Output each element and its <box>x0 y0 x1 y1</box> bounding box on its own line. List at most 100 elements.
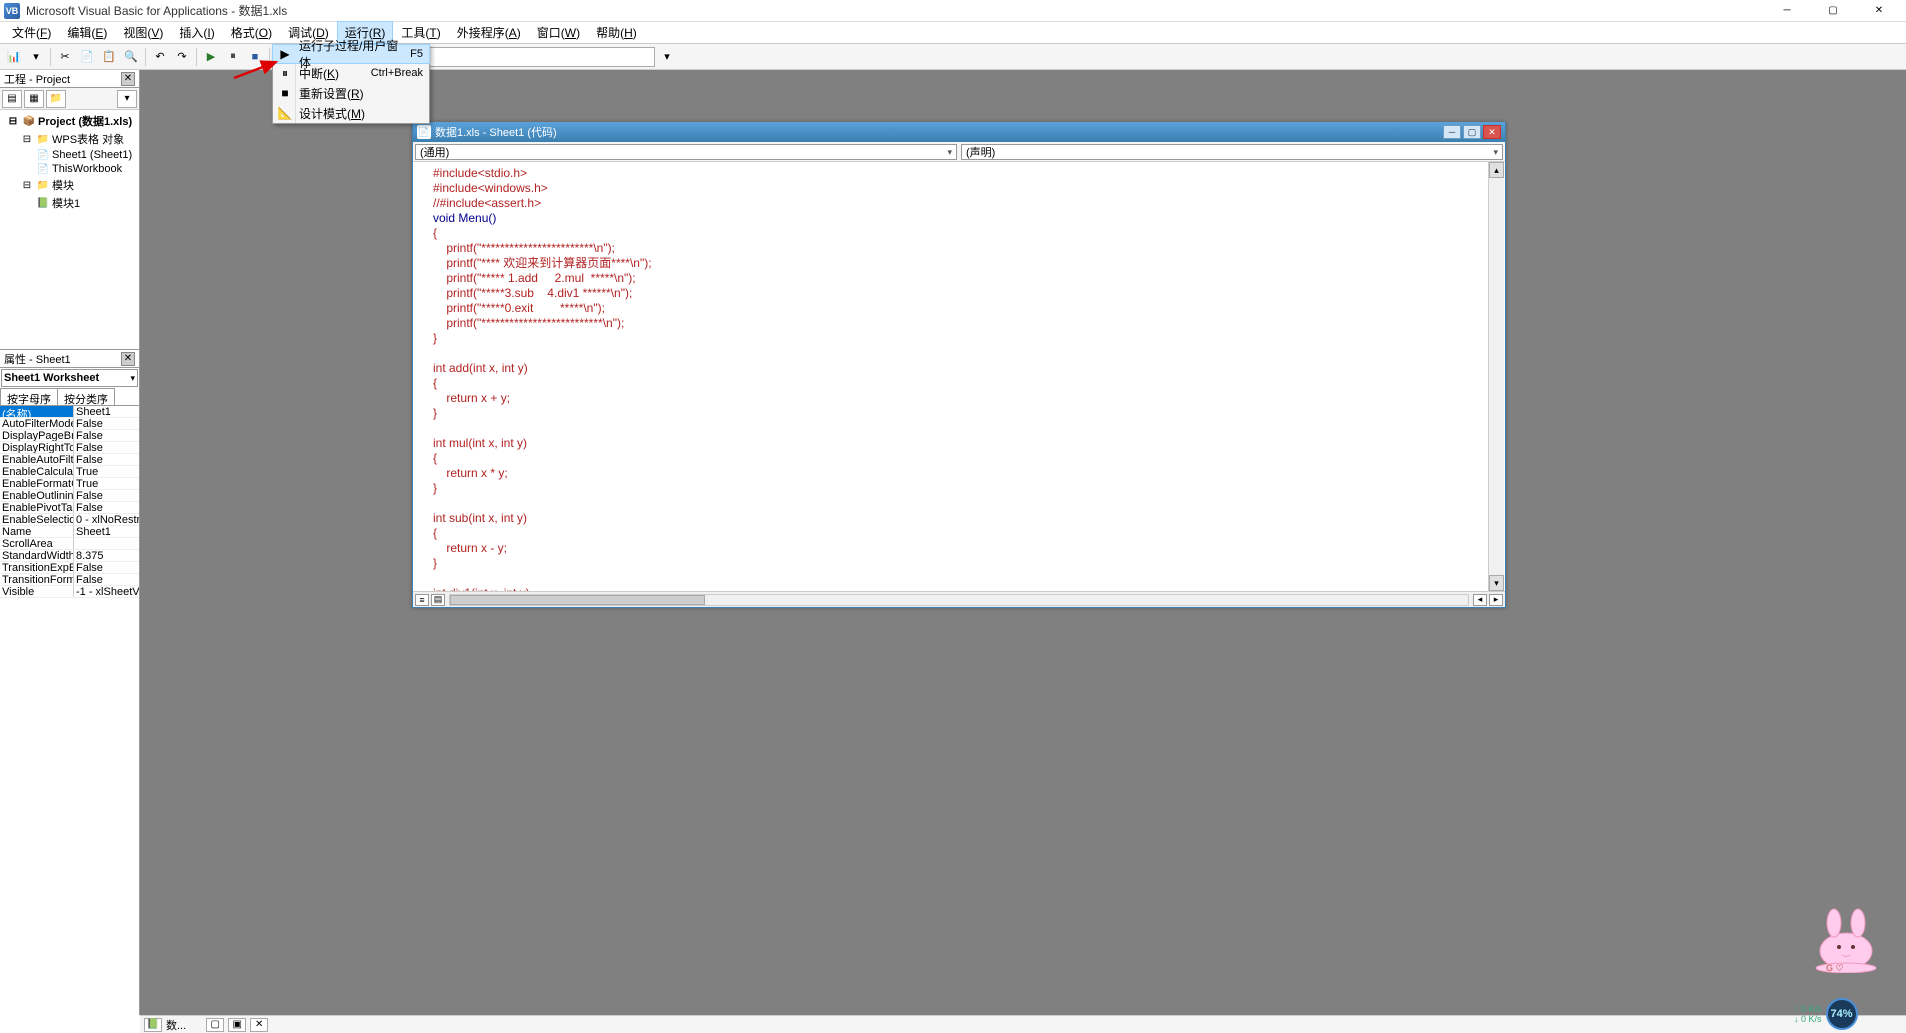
property-row[interactable]: EnableAutoFiltFalse <box>0 454 139 466</box>
property-value[interactable]: False <box>74 430 139 441</box>
maximize-button[interactable]: ▢ <box>1810 1 1856 21</box>
property-row[interactable]: EnablePivotTabFalse <box>0 502 139 514</box>
property-row[interactable]: DisplayRightToFalse <box>0 442 139 454</box>
property-value[interactable]: False <box>74 502 139 513</box>
desktop-pet-widget: G ♡ <box>1806 903 1886 973</box>
code-window-titlebar[interactable]: 📄 数据1.xls - Sheet1 (代码) ─ ▢ ✕ <box>413 122 1505 142</box>
property-value[interactable]: Sheet1 <box>74 526 139 537</box>
minimize-button[interactable]: ─ <box>1764 1 1810 21</box>
tree-folder-modules[interactable]: ⊟📁模块 <box>2 176 137 194</box>
property-row[interactable]: EnableFormatCoTrue <box>0 478 139 490</box>
property-row[interactable]: TransitionExpEFalse <box>0 562 139 574</box>
close-button[interactable]: ✕ <box>1856 1 1902 21</box>
property-value[interactable]: False <box>74 418 139 429</box>
properties-grid[interactable]: (名称)Sheet1AutoFilterModeFalseDisplayPage… <box>0 406 139 1015</box>
property-value[interactable] <box>74 538 139 549</box>
full-module-view-icon[interactable]: ▤ <box>431 594 445 606</box>
break-icon[interactable]: ⏸ <box>223 47 243 67</box>
property-value[interactable]: True <box>74 478 139 489</box>
code-procedure-combo[interactable]: (声明)▾ <box>961 144 1503 160</box>
project-tree[interactable]: ⊟📦Project (数据1.xls) ⊟📁WPS表格 对象 📄Sheet1 (… <box>0 110 139 350</box>
status-restore-icon[interactable]: ▢ <box>206 1018 224 1032</box>
dropdown-arrow-icon[interactable]: ▾ <box>657 47 677 67</box>
undo-icon[interactable]: ↶ <box>150 47 170 67</box>
code-vertical-scrollbar[interactable]: ▴ ▾ <box>1488 162 1504 591</box>
project-panel-close-icon[interactable]: ✕ <box>121 72 135 86</box>
tree-thisworkbook[interactable]: 📄ThisWorkbook <box>2 162 137 176</box>
scroll-up-icon[interactable]: ▴ <box>1489 162 1504 178</box>
property-row[interactable]: EnableSelectio0 - xlNoRestr <box>0 514 139 526</box>
property-value[interactable]: False <box>74 574 139 585</box>
code-maximize-button[interactable]: ▢ <box>1463 125 1481 139</box>
cut-icon[interactable]: ✂ <box>55 47 75 67</box>
property-row[interactable]: StandardWidth8.375 <box>0 550 139 562</box>
tree-sheet1[interactable]: 📄Sheet1 (Sheet1) <box>2 148 137 162</box>
menu-视图[interactable]: 视图(V) <box>115 21 171 44</box>
find-icon[interactable]: 🔍 <box>121 47 141 67</box>
dropdown-item-3[interactable]: 📐设计模式(M) <box>273 103 429 123</box>
wps-icon[interactable]: 📊 <box>4 47 24 67</box>
property-value[interactable]: False <box>74 442 139 453</box>
code-minimize-button[interactable]: ─ <box>1443 125 1461 139</box>
property-row[interactable]: DisplayPageBreFalse <box>0 430 139 442</box>
view-code-icon[interactable]: ▤ <box>2 90 22 108</box>
tree-module1[interactable]: 📗模块1 <box>2 194 137 212</box>
property-row[interactable]: ScrollArea <box>0 538 139 550</box>
app-icon: VB <box>4 3 20 19</box>
scroll-right-icon[interactable]: ▸ <box>1489 594 1503 606</box>
menu-外接程序[interactable]: 外接程序(A) <box>449 21 529 44</box>
property-value[interactable]: 0 - xlNoRestr <box>74 514 139 525</box>
property-row[interactable]: EnableOutlininFalse <box>0 490 139 502</box>
property-value[interactable]: 8.375 <box>74 550 139 561</box>
view-object-icon[interactable]: ▦ <box>24 90 44 108</box>
properties-panel-close-icon[interactable]: ✕ <box>121 352 135 366</box>
procedure-view-icon[interactable]: ≡ <box>415 594 429 606</box>
menu-插入[interactable]: 插入(I) <box>171 21 222 44</box>
property-value[interactable]: -1 - xlSheetV <box>74 586 139 597</box>
paste-icon[interactable]: 📋 <box>99 47 119 67</box>
copy-icon[interactable]: 📄 <box>77 47 97 67</box>
toggle-folders-icon[interactable]: 📁 <box>46 90 66 108</box>
status-close-icon[interactable]: ✕ <box>250 1018 268 1032</box>
property-name: ScrollArea <box>0 538 74 549</box>
menu-文件[interactable]: 文件(F) <box>4 21 59 44</box>
status-module-icon[interactable]: 📗 <box>144 1018 162 1032</box>
reset-icon[interactable]: ■ <box>245 47 265 67</box>
code-editor[interactable]: #include<stdio.h> #include<windows.h> //… <box>413 162 1505 591</box>
property-row[interactable]: TransitionFormFalse <box>0 574 139 586</box>
dropdown-item-0[interactable]: ▶运行子过程/用户窗体F5 <box>272 44 430 64</box>
tree-folder-objects[interactable]: ⊟📁WPS表格 对象 <box>2 130 137 148</box>
menu-帮助[interactable]: 帮助(H) <box>588 21 645 44</box>
dropdown-item-1[interactable]: ⏸中断(K)Ctrl+Break <box>273 63 429 83</box>
property-value[interactable]: True <box>74 466 139 477</box>
property-row[interactable]: Visible-1 - xlSheetV <box>0 586 139 598</box>
property-value[interactable]: False <box>74 454 139 465</box>
property-row[interactable]: NameSheet1 <box>0 526 139 538</box>
menu-编辑[interactable]: 编辑(E) <box>59 21 115 44</box>
project-dropdown-icon[interactable]: ▾ <box>117 90 137 108</box>
property-value[interactable]: False <box>74 490 139 501</box>
tab-categorized[interactable]: 按分类序 <box>57 388 115 405</box>
code-object-combo[interactable]: (通用)▾ <box>415 144 957 160</box>
scroll-left-icon[interactable]: ◂ <box>1473 594 1487 606</box>
menu-格式[interactable]: 格式(O) <box>223 21 280 44</box>
property-row[interactable]: AutoFilterModeFalse <box>0 418 139 430</box>
tab-alphabetic[interactable]: 按字母序 <box>0 388 58 405</box>
scroll-down-icon[interactable]: ▾ <box>1489 575 1504 591</box>
property-value[interactable]: False <box>74 562 139 573</box>
run-icon[interactable]: ▶ <box>201 47 221 67</box>
properties-object-combo[interactable]: Sheet1 Worksheet ▾ <box>1 369 138 387</box>
property-value[interactable]: Sheet1 <box>74 406 139 417</box>
property-row[interactable]: EnableCalculatTrue <box>0 466 139 478</box>
status-cascade-icon[interactable]: ▣ <box>228 1018 246 1032</box>
dropdown-item-2[interactable]: ■重新设置(R) <box>273 83 429 103</box>
code-horizontal-scrollbar[interactable] <box>449 594 1469 606</box>
code-close-button[interactable]: ✕ <box>1483 125 1501 139</box>
procedure-dropdown[interactable] <box>395 47 655 67</box>
insert-dropdown-icon[interactable]: ▾ <box>26 47 46 67</box>
menu-窗口[interactable]: 窗口(W) <box>529 21 588 44</box>
redo-icon[interactable]: ↷ <box>172 47 192 67</box>
svg-text:G ♡: G ♡ <box>1826 963 1844 973</box>
property-row[interactable]: (名称)Sheet1 <box>0 406 139 418</box>
tree-root[interactable]: ⊟📦Project (数据1.xls) <box>2 112 137 130</box>
